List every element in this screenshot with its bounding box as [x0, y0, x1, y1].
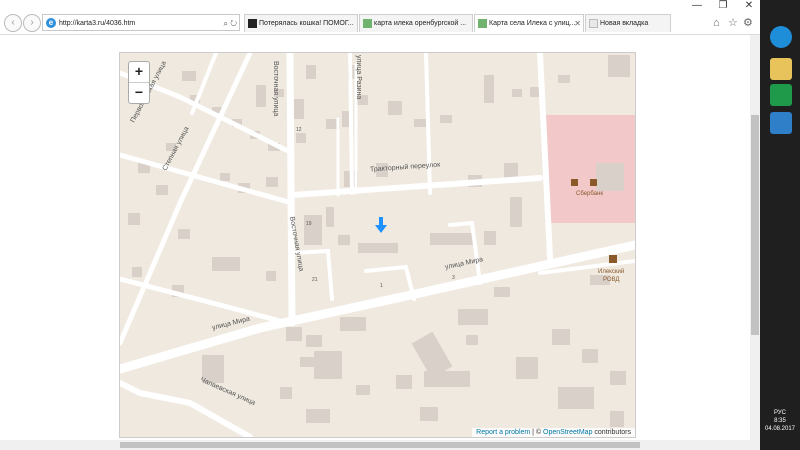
address-tools: ⌕ ↻ [224, 15, 237, 30]
house-number: 12 [296, 127, 302, 133]
osm-link[interactable]: OpenStreetMap [543, 429, 592, 436]
house-number: 1 [380, 283, 383, 289]
newtab-icon [589, 19, 598, 28]
zoom-out-button[interactable]: − [129, 83, 149, 103]
horizontal-scrollbar[interactable] [0, 440, 760, 450]
ie-icon: e [46, 18, 56, 28]
tab-new-tab[interactable]: Новая вкладка [585, 14, 671, 32]
clock-time[interactable]: 8:35 [760, 417, 800, 425]
vertical-scroll-thumb[interactable] [751, 115, 759, 335]
store-icon[interactable] [770, 84, 792, 106]
restore-button[interactable]: ❐ [712, 0, 734, 12]
favorites-icon[interactable]: ☆ [728, 14, 738, 32]
back-button[interactable]: ‹ [4, 14, 22, 32]
address-text: http://karta3.ru/4036.htm [59, 20, 136, 27]
tab-ilek-streets-map[interactable]: Карта села Илека с улиц... ✕ [474, 14, 584, 32]
forward-button[interactable]: › [23, 14, 41, 32]
desktop-app-icon[interactable] [770, 112, 792, 134]
attribution-separator: | © [530, 429, 544, 436]
tab-close-icon[interactable]: ✕ [574, 15, 581, 32]
police-icon[interactable] [609, 255, 617, 263]
map-icon [363, 19, 372, 28]
taskbar [760, 0, 800, 450]
vertical-scrollbar[interactable] [750, 35, 760, 440]
street-label-vostochnaya: Восточная улица [272, 61, 279, 116]
attribution-contributors: contributors [592, 429, 631, 436]
address-bar[interactable]: e http://karta3.ru/4036.htm ⌕ ↻ [42, 14, 240, 31]
poi-label-rovd-line2: РОВД [603, 277, 619, 283]
zoom-control: + − [128, 61, 150, 104]
system-tray: РУС 8:35 04.08.2017 [760, 409, 800, 433]
search-icon[interactable]: ⌕ [224, 19, 228, 28]
map-view[interactable]: Тракторный переулок улица Мира улица Мир… [119, 52, 636, 438]
tab-label: Потерялась кошка! ПОМОГ... [259, 20, 354, 27]
house-number: 19 [306, 221, 312, 227]
street-label-chapaevskaya: Чапаевская улица [199, 376, 256, 407]
language-indicator[interactable]: РУС [760, 409, 800, 417]
zoom-in-button[interactable]: + [129, 62, 149, 83]
report-problem-link[interactable]: Report a problem [476, 429, 530, 436]
home-icon[interactable]: ⌂ [713, 14, 720, 32]
refresh-icon[interactable]: ↻ [230, 19, 237, 28]
map-canvas[interactable]: Тракторный переулок улица Мира улица Мир… [120, 53, 635, 437]
street-label-stepnaya: Степная улица [162, 126, 191, 172]
tab-label: Новая вкладка [600, 20, 649, 27]
street-label-razina: улица Разина [355, 55, 362, 99]
navigation-bar: ‹ › e http://karta3.ru/4036.htm ⌕ ↻ Поте… [0, 12, 760, 35]
file-explorer-icon[interactable] [770, 58, 792, 80]
map-attribution: Report a problem | © OpenStreetMap contr… [472, 428, 635, 437]
minimize-button[interactable]: — [686, 0, 708, 12]
clock-date[interactable]: 04.08.2017 [760, 425, 800, 433]
tab-lost-cat[interactable]: Потерялась кошка! ПОМОГ... [244, 14, 358, 32]
poi-label-rovd-line1: Илекский [598, 268, 624, 275]
horizontal-scroll-thumb[interactable] [120, 442, 640, 448]
house-number: 3 [452, 275, 455, 281]
house-number: 21 [312, 277, 318, 283]
ie-taskbar-icon[interactable] [770, 26, 792, 48]
tab-ilek-map-search[interactable]: карта илека оренбургской ... [359, 14, 473, 32]
location-marker-icon[interactable] [375, 217, 387, 233]
settings-icon[interactable]: ⚙ [743, 14, 753, 32]
poi-label-sberbank: Сбербанк [576, 191, 603, 197]
tab-label: карта илека оренбургской ... [374, 20, 467, 27]
window-titlebar: — ❐ ✕ [0, 0, 760, 12]
close-window-button[interactable]: ✕ [738, 0, 760, 12]
map-icon [478, 19, 487, 28]
page-icon [248, 19, 257, 28]
tab-label: Карта села Илека с улиц... [489, 20, 576, 27]
page-content: Тракторный переулок улица Мира улица Мир… [0, 35, 750, 440]
